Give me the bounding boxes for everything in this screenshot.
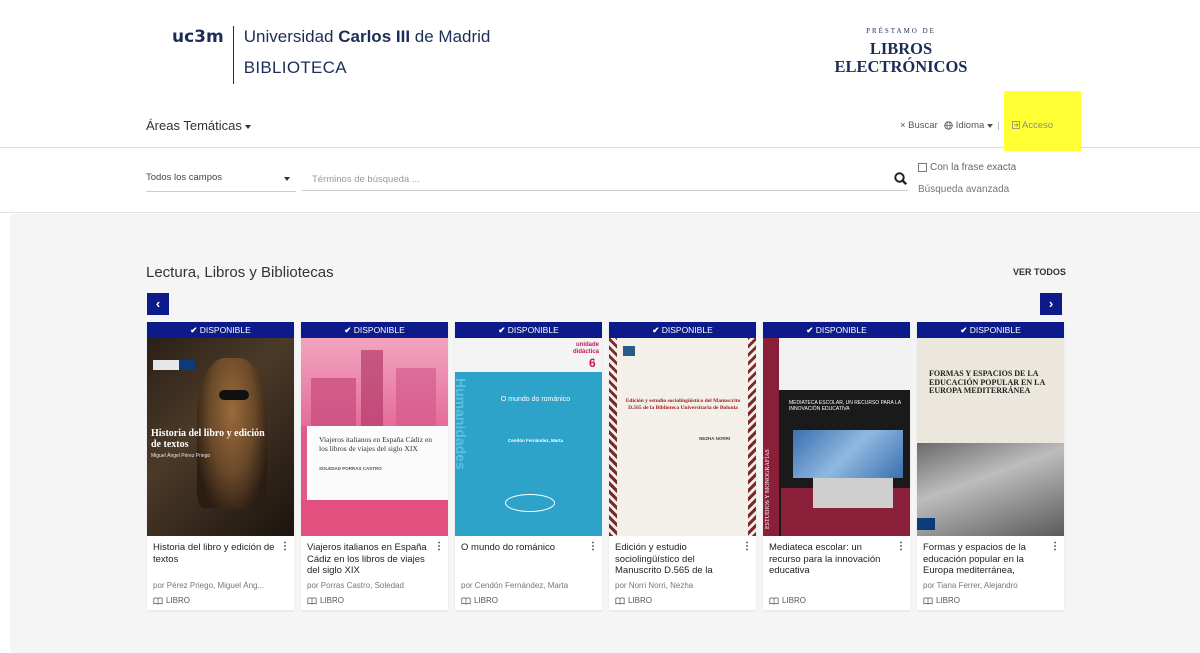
globe-icon xyxy=(944,121,953,130)
book-cover[interactable]: ESTUDIOS Y MONOGRAFÍAS MEDIATECA ESCOLAR… xyxy=(763,338,910,536)
more-options-icon[interactable]: ⋮ xyxy=(280,541,290,552)
cover-title: FORMAS Y ESPACIOS DE LA EDUCACIÓN POPULA… xyxy=(929,369,1045,395)
cover-author: Cendón Fernández, Marta xyxy=(507,438,563,443)
book-cover[interactable]: Edición y estudio sociolingüístico del M… xyxy=(609,338,756,536)
book-icon xyxy=(923,597,933,604)
availability-badge: ✔ DISPONIBLE xyxy=(609,322,756,338)
checkbox-box xyxy=(918,163,927,172)
check-icon: ✔ xyxy=(806,325,814,335)
cover-title: Historia del libro y edición de textos xyxy=(151,428,265,450)
cover-author: SOLEDAD PORRAS CASTRO xyxy=(319,466,382,471)
book-format: LIBRO xyxy=(769,596,806,605)
book-card[interactable]: ✔ DISPONIBLE FORMAS Y ESPACIOS DE LA EDU… xyxy=(917,322,1064,610)
search-bar: Todos los campos Con la frase exacta Bús… xyxy=(0,149,1200,213)
availability-badge: ✔ DISPONIBLE xyxy=(455,322,602,338)
brand-line-1: LIBROS xyxy=(869,39,933,58)
availability-badge: ✔ DISPONIBLE xyxy=(763,322,910,338)
book-title[interactable]: Formas y espacios de la educación popula… xyxy=(923,542,1049,577)
book-card[interactable]: ✔ DISPONIBLE ESTUDIOS Y MONOGRAFÍAS MEDI… xyxy=(763,322,910,610)
check-icon: ✔ xyxy=(652,325,660,335)
cover-title: O mundo do románico xyxy=(500,396,571,403)
more-options-icon[interactable]: ⋮ xyxy=(434,541,444,552)
book-title[interactable]: Mediateca escolar: un recurso para la in… xyxy=(769,542,895,577)
ebook-lending-brand[interactable]: PRÉSTAMO DE LIBROS ELECTRÓNICOS xyxy=(830,27,972,76)
more-options-icon[interactable]: ⋮ xyxy=(588,541,598,552)
caret-down-icon xyxy=(284,177,290,181)
book-card[interactable]: ✔ DISPONIBLE unidade didáctica 6 Humanid… xyxy=(455,322,602,610)
book-author[interactable]: por Porras Castro, Soledad xyxy=(307,581,443,590)
book-author[interactable]: por Norri Norri, Nezha xyxy=(615,581,751,590)
check-icon: ✔ xyxy=(498,325,506,335)
book-icon xyxy=(153,597,163,604)
uc3m-logo[interactable]: uc3m Universidad Carlos III de Madrid BI… xyxy=(172,26,490,86)
more-options-icon[interactable]: ⋮ xyxy=(742,541,752,552)
book-icon xyxy=(615,597,625,604)
book-card[interactable]: ✔ DISPONIBLE Historia del libro y edició… xyxy=(147,322,294,610)
check-icon: ✔ xyxy=(960,325,968,335)
search-toggle[interactable]: × Buscar xyxy=(900,120,938,131)
site-header: uc3m Universidad Carlos III de Madrid BI… xyxy=(0,0,1200,100)
cover-badge: unidade didáctica xyxy=(572,342,599,355)
main-nav: Áreas Temáticas × Buscar Idioma | Acceso xyxy=(0,91,1200,151)
check-icon: ✔ xyxy=(190,325,198,335)
caret-down-icon xyxy=(244,124,251,129)
book-cover[interactable]: unidade didáctica 6 Humanidades O mundo … xyxy=(455,338,602,536)
search-icon[interactable] xyxy=(893,171,909,187)
university-name: Universidad Carlos III de Madrid xyxy=(243,27,491,46)
book-format: LIBRO xyxy=(923,596,960,605)
availability-badge: ✔ DISPONIBLE xyxy=(301,322,448,338)
nav-divider: | xyxy=(997,120,1000,131)
login-icon xyxy=(1012,121,1020,129)
book-cover[interactable]: FORMAS Y ESPACIOS DE LA EDUCACIÓN POPULA… xyxy=(917,338,1064,536)
check-icon: ✔ xyxy=(344,325,352,335)
brand-line-2: ELECTRÓNICOS xyxy=(834,57,968,76)
book-format: LIBRO xyxy=(153,596,190,605)
library-name: BIBLIOTECA xyxy=(243,58,347,77)
access-link[interactable]: Acceso xyxy=(1012,120,1053,131)
book-icon xyxy=(307,597,317,604)
book-icon xyxy=(769,597,779,604)
book-author[interactable]: por Cendón Fernández, Marta xyxy=(461,581,597,590)
section-title: Lectura, Libros y Bibliotecas xyxy=(146,264,334,281)
cover-side-text: Humanidades xyxy=(455,378,469,470)
book-format: LIBRO xyxy=(461,596,498,605)
book-icon xyxy=(461,597,471,604)
book-title[interactable]: Edición y estudio sociolingüístico del M… xyxy=(615,542,741,577)
cover-author: Miguel Ángel Pérez Priego xyxy=(151,453,211,459)
search-field-select[interactable]: Todos los campos xyxy=(146,172,296,192)
availability-badge: ✔ DISPONIBLE xyxy=(147,322,294,338)
book-author[interactable]: por Tiana Ferrer, Alejandro xyxy=(923,581,1059,590)
see-all-link[interactable]: VER TODOS xyxy=(1013,267,1066,277)
language-dropdown[interactable]: Idioma xyxy=(944,120,994,131)
cover-number: 6 xyxy=(589,356,596,370)
book-cover[interactable]: Viajeros italianos en España Cádiz en lo… xyxy=(301,338,448,536)
more-options-icon[interactable]: ⋮ xyxy=(1050,541,1060,552)
book-format: LIBRO xyxy=(307,596,344,605)
availability-badge: ✔ DISPONIBLE xyxy=(917,322,1064,338)
book-title[interactable]: Viajeros italianos en España Cádiz en lo… xyxy=(307,542,433,577)
carousel-next-button[interactable]: › xyxy=(1040,293,1062,315)
cover-author: NEZHA NORRI xyxy=(699,436,731,441)
logo-mark: uc3m xyxy=(172,27,224,47)
more-options-icon[interactable]: ⋮ xyxy=(896,541,906,552)
cover-title: Viajeros italianos en España Cádiz en lo… xyxy=(319,435,433,453)
book-author[interactable]: por Pérez Priego, Miguel Áng... xyxy=(153,581,289,590)
advanced-search-link[interactable]: Búsqueda avanzada xyxy=(918,184,1009,195)
areas-dropdown[interactable]: Áreas Temáticas xyxy=(146,118,251,133)
cover-title: MEDIATECA ESCOLAR, UN RECURSO PARA LA IN… xyxy=(789,400,901,412)
cover-side-text: ESTUDIOS Y MONOGRAFÍAS xyxy=(765,449,771,529)
cover-title: Edición y estudio sociolingüístico del M… xyxy=(625,398,741,411)
book-card[interactable]: ✔ DISPONIBLE Viajeros italianos en Españ… xyxy=(301,322,448,610)
book-title[interactable]: O mundo do románico xyxy=(461,542,587,554)
search-input[interactable] xyxy=(302,169,908,191)
carousel-prev-button[interactable]: ‹ xyxy=(147,293,169,315)
brand-subtitle: PRÉSTAMO DE xyxy=(866,27,936,35)
book-card[interactable]: ✔ DISPONIBLE Edición y estudio socioling… xyxy=(609,322,756,610)
book-title[interactable]: Historia del libro y edición de textos xyxy=(153,542,279,565)
exact-phrase-checkbox[interactable]: Con la frase exacta xyxy=(918,162,1016,173)
book-cover[interactable]: Historia del libro y edición de textos M… xyxy=(147,338,294,536)
caret-down-icon xyxy=(987,123,994,128)
book-format: LIBRO xyxy=(615,596,652,605)
